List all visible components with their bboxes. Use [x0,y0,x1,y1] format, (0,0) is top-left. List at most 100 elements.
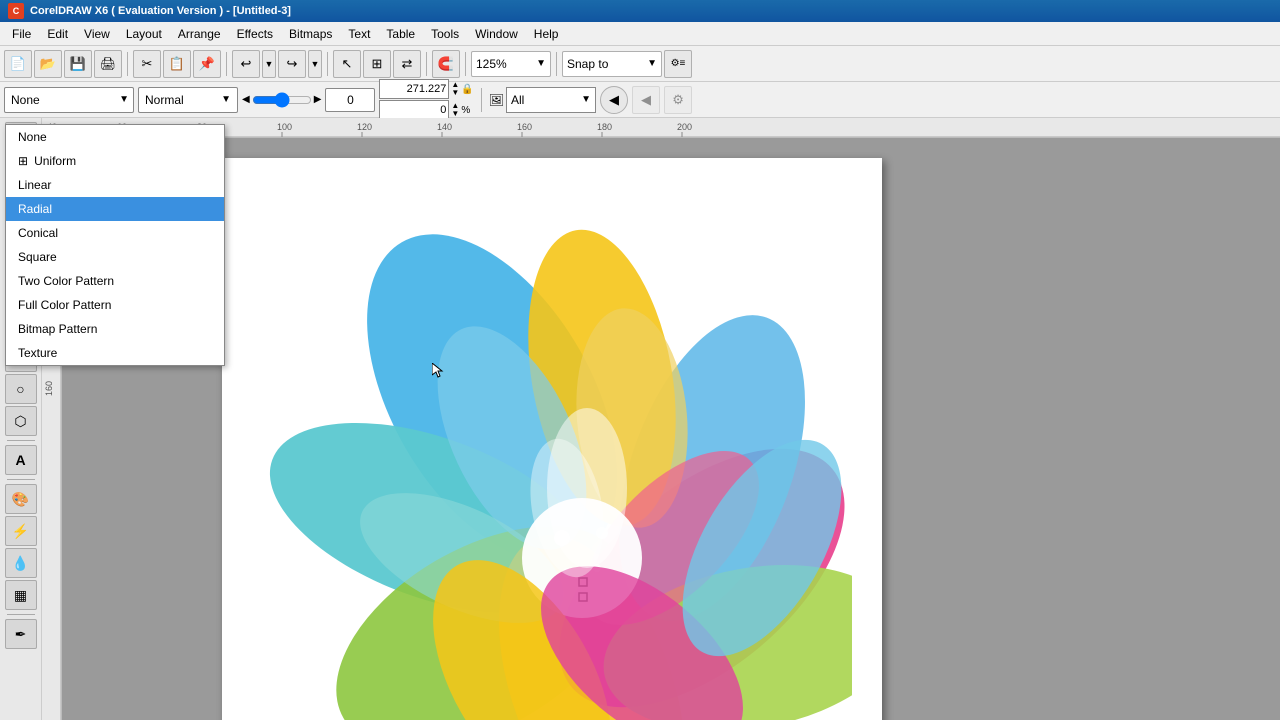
fill-option-label: Linear [18,178,51,192]
mirror-button[interactable]: ⇄ [393,50,421,78]
fill-type-value: None [11,93,40,107]
options-button[interactable]: ⚙ [664,86,692,114]
menu-item-table[interactable]: Table [378,25,423,43]
svg-text:160: 160 [44,381,54,396]
undo-button[interactable]: ↩ [232,50,260,78]
svg-text:160: 160 [517,122,532,132]
new-button[interactable]: 📄 [4,50,32,78]
fill-option-full-color-pattern[interactable]: Full Color Pattern [6,293,224,317]
angle-input[interactable]: 0 [325,88,375,112]
property-bar: None ▼ None⊞UniformLinearRadialConicalSq… [0,82,1280,118]
toolbar-main: 📄 📂 💾 🖨 ✂ 📋 📌 ↩ ▼ ↪ ▼ ↖ ⊞ ⇄ 🧲 125% ▼ Sna… [0,46,1280,82]
object-manager-dropdown[interactable]: All ▼ [506,87,596,113]
prev-object-button[interactable]: ◀ [600,86,628,114]
y-coord-row: 0 ▲ ▼ % [379,100,473,120]
tool-sep7 [7,614,35,615]
fill-option-linear[interactable]: Linear [6,173,224,197]
x-down-button[interactable]: ▼ [451,89,459,97]
fill-option-label: None [18,130,47,144]
blend-tool[interactable]: ▦ [5,580,37,610]
obj-manager-group: 🖼 All ▼ [489,87,596,113]
blend-mode-value: Normal [145,93,184,107]
fill-option-label: Full Color Pattern [18,298,111,312]
y-down-button[interactable]: ▼ [451,110,459,118]
y-spinners: ▲ ▼ [451,102,459,118]
transform-button[interactable]: ⊞ [363,50,391,78]
y-coord-input[interactable]: 0 [379,100,449,120]
svg-text:100: 100 [277,122,292,132]
blend-mode-dropdown[interactable]: Normal ▼ [138,87,238,113]
menu-item-edit[interactable]: Edit [39,25,76,43]
menu-item-view[interactable]: View [76,25,118,43]
redo-button[interactable]: ↪ [278,50,306,78]
menu-item-help[interactable]: Help [526,25,567,43]
slider-left-arrow[interactable]: ◀ [242,94,250,105]
zoom-value: 125% [476,57,507,71]
fill-option-label: Bitmap Pattern [18,322,97,336]
ruler-horizontal: 40 60 80 100 120 140 160 180 200 [42,118,1280,138]
menu-item-bitmaps[interactable]: Bitmaps [281,25,340,43]
slider-right-arrow[interactable]: ▶ [314,94,322,105]
polygon-tool[interactable]: ⬡ [5,406,37,436]
fill-option-label: Uniform [34,154,76,168]
fill-option-uniform[interactable]: ⊞Uniform [6,149,224,173]
undo-dropdown[interactable]: ▼ [262,50,276,78]
cut-button[interactable]: ✂ [133,50,161,78]
fill-option-label: Two Color Pattern [18,274,114,288]
redo-dropdown[interactable]: ▼ [308,50,322,78]
snap-settings-button[interactable]: ⚙≡ [664,50,692,78]
sep1 [127,52,128,76]
x-spinners: ▲ ▼ [451,81,459,97]
fill-type-dropdown[interactable]: None ▼ None⊞UniformLinearRadialConicalSq… [4,87,134,113]
tool-sep6 [7,479,35,480]
sep-coord [481,88,482,112]
zoom-dropdown[interactable]: 125% ▼ [471,51,551,77]
snap-label: Snap to [567,57,608,71]
menu-item-effects[interactable]: Effects [229,25,281,43]
select-tool-button[interactable]: ↖ [333,50,361,78]
menu-item-text[interactable]: Text [340,25,378,43]
slider-group: ◀ ▶ [242,92,321,108]
fill-dropdown-arrow: ▼ [119,94,129,105]
menu-item-window[interactable]: Window [467,25,526,43]
save-button[interactable]: 💾 [64,50,92,78]
menu-item-arrange[interactable]: Arrange [170,25,229,43]
menu-item-file[interactable]: File [4,25,39,43]
snap-dropdown[interactable]: Snap to ▼ [562,51,662,77]
fill-option-label: Radial [18,202,52,216]
x-coord-input[interactable]: 271.227 [379,79,449,99]
svg-text:140: 140 [437,122,452,132]
print-button[interactable]: 🖨 [94,50,122,78]
next-object-button[interactable]: ◀ [632,86,660,114]
fill-option-bitmap-pattern[interactable]: Bitmap Pattern [6,317,224,341]
fill-option-conical[interactable]: Conical [6,221,224,245]
fill-option-label: Texture [18,346,57,360]
text-tool[interactable]: A [5,445,37,475]
menu-item-layout[interactable]: Layout [118,25,170,43]
paste-button[interactable]: 📌 [193,50,221,78]
fill-option-square[interactable]: Square [6,245,224,269]
x-coord-row: 271.227 ▲ ▼ 🔒 [379,79,473,99]
fill-option-none[interactable]: None [6,125,224,149]
fill-type-menu: None ⊞Uniform Linear Radial ConicalSquare Two… [5,124,225,366]
outline-tool[interactable]: ✒ [5,619,37,649]
app-logo: C [8,3,24,19]
titlebar: C CorelDRAW X6 ( Evaluation Version ) - … [0,0,1280,22]
menu-item-tools[interactable]: Tools [423,25,467,43]
canvas-area[interactable] [62,138,1280,720]
interactive-tool[interactable]: ⚡ [5,516,37,546]
svg-text:200: 200 [677,122,692,132]
fill-tool[interactable]: 🎨 [5,484,37,514]
sep3 [327,52,328,76]
fill-option-radial[interactable]: Radial [6,197,224,221]
copy-button[interactable]: 📋 [163,50,191,78]
open-button[interactable]: 📂 [34,50,62,78]
opacity-slider[interactable] [252,92,312,108]
fill-option-texture[interactable]: Texture [6,341,224,365]
sep4 [426,52,427,76]
snap-obj-button[interactable]: 🧲 [432,50,460,78]
blend-arrow: ▼ [221,94,231,105]
ellipse-tool[interactable]: ○ [5,374,37,404]
dropper-tool[interactable]: 💧 [5,548,37,578]
fill-option-two-color-pattern[interactable]: Two Color Pattern [6,269,224,293]
